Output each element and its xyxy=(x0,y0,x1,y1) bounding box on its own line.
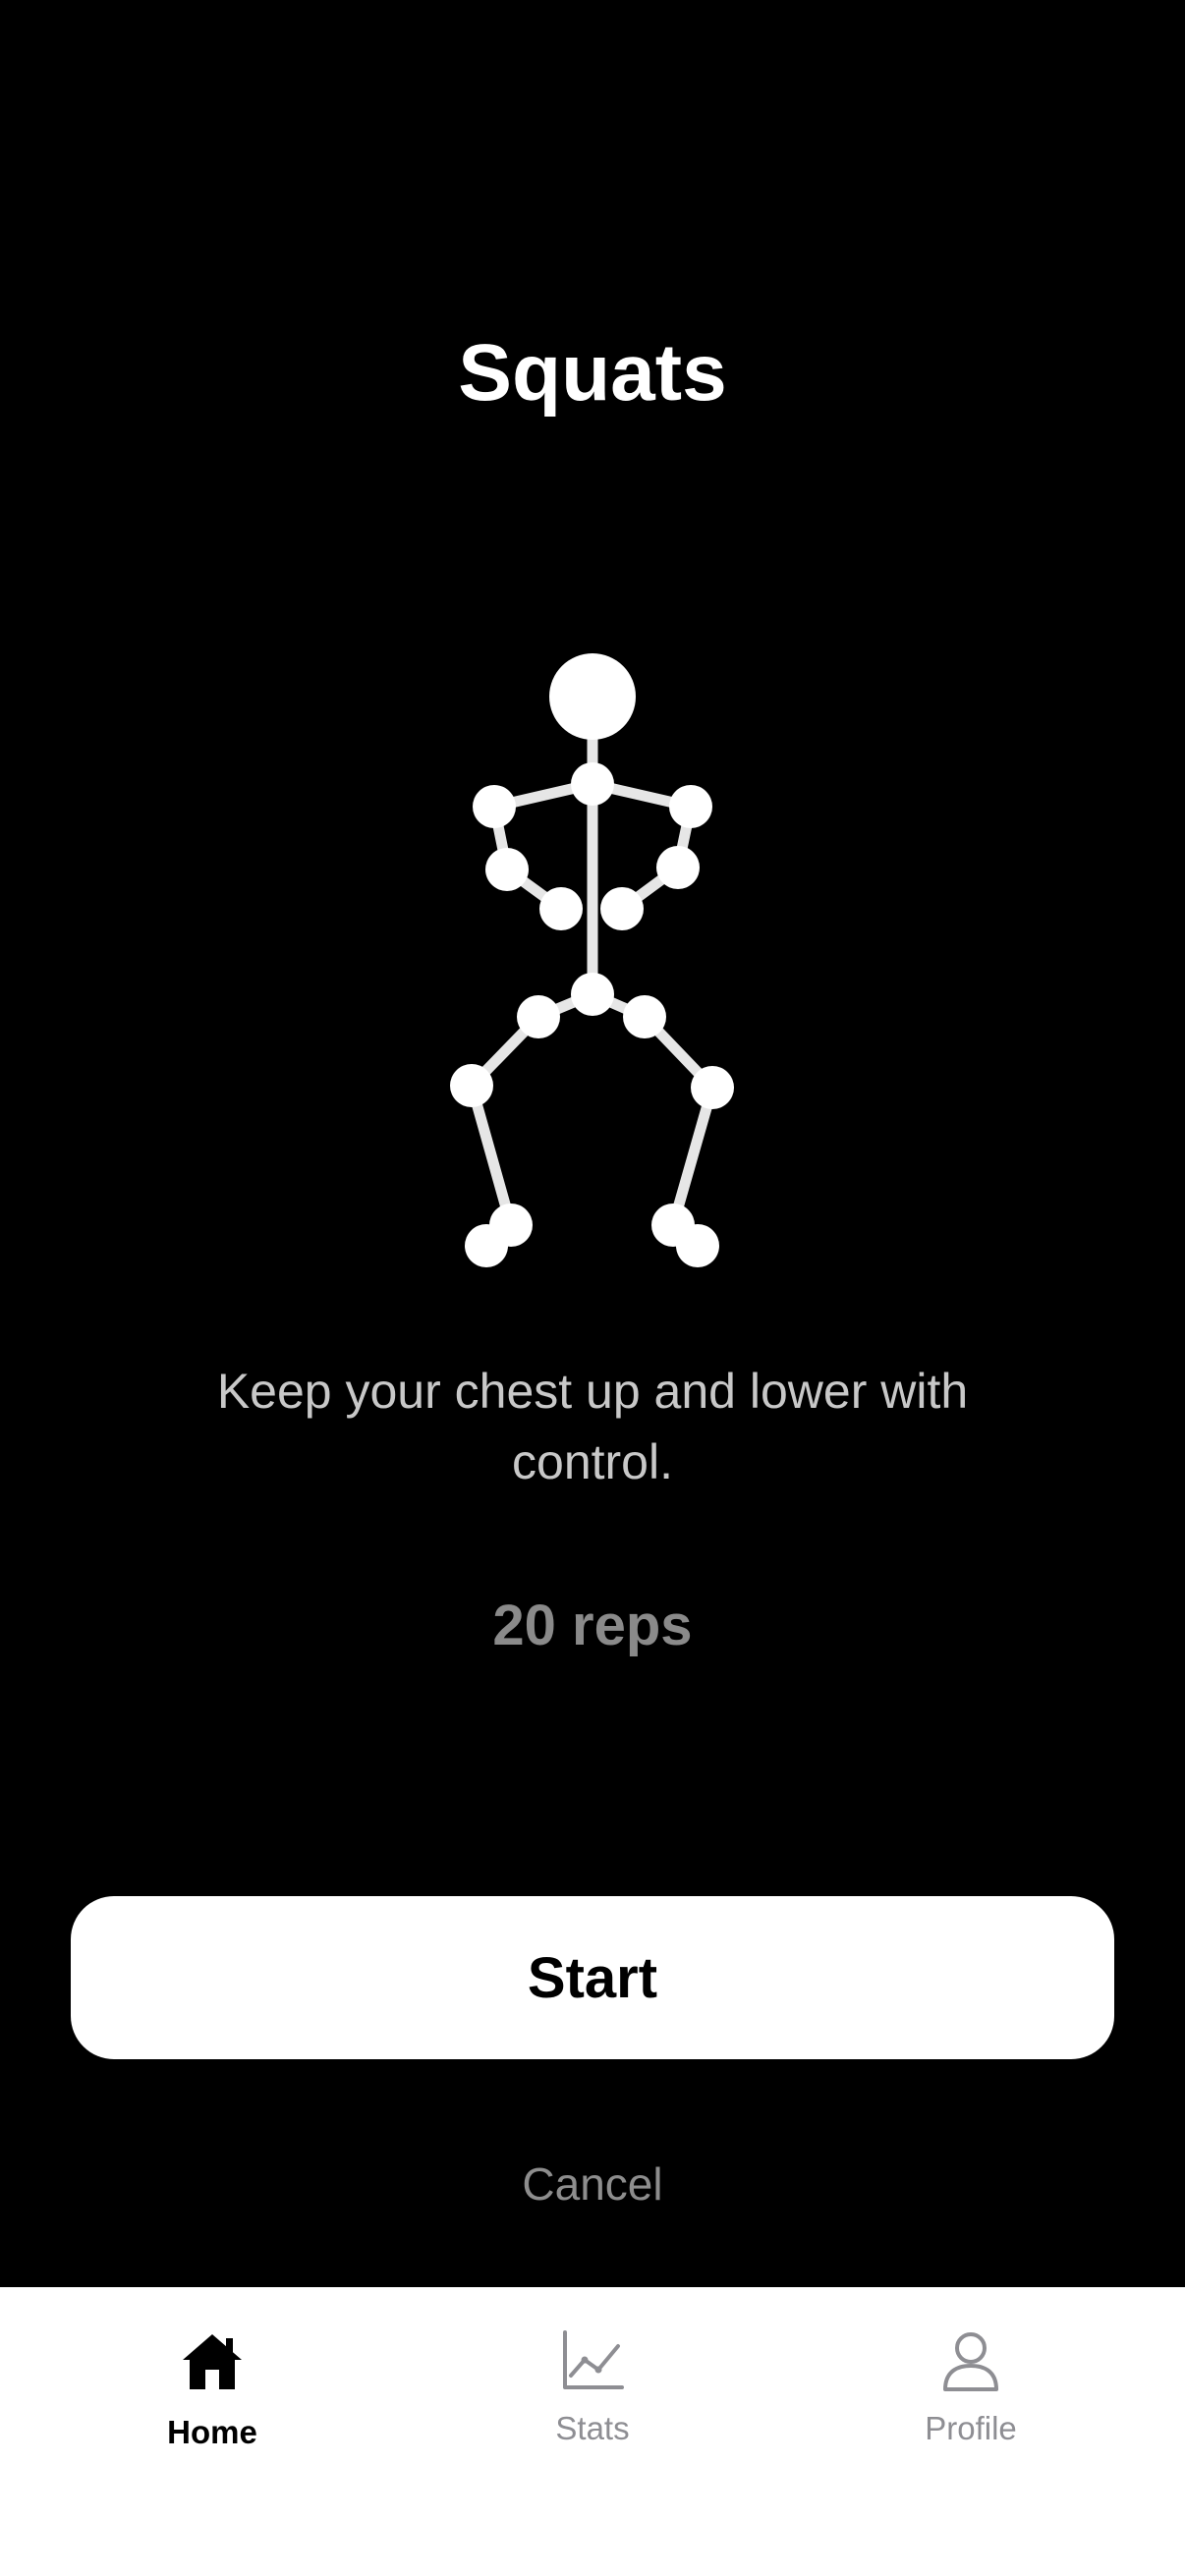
person-icon xyxy=(943,2332,998,2391)
chart-icon xyxy=(563,2330,624,2389)
start-button[interactable]: Start xyxy=(71,1896,1114,2059)
tab-home-label: Home xyxy=(167,2414,257,2450)
exercise-instruction: Keep your chest up and lower with contro… xyxy=(216,1364,969,1489)
tab-stats[interactable]: Stats xyxy=(445,2326,740,2448)
bottom-tab-bar: Home Stats Profile xyxy=(0,2287,1185,2576)
tab-profile[interactable]: Profile xyxy=(823,2326,1118,2448)
home-icon xyxy=(183,2334,242,2389)
squat-stick-figure-icon xyxy=(450,653,734,1267)
workout-screen: Squats Keep your chest up and lower with… xyxy=(0,0,1185,2576)
cancel-button[interactable]: Cancel xyxy=(396,2152,789,2216)
tab-profile-label: Profile xyxy=(925,2410,1017,2446)
rep-count: 20 reps xyxy=(492,1594,693,1657)
tab-home[interactable]: Home xyxy=(65,2326,360,2452)
exercise-title: Squats xyxy=(458,328,727,418)
tab-stats-label: Stats xyxy=(555,2410,630,2446)
